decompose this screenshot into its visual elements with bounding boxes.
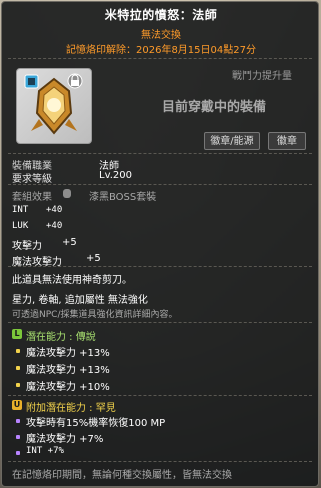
unique-badge-icon: U <box>12 400 22 410</box>
bullet-icon <box>16 366 20 370</box>
potential-line-3: 魔法攻擊力 +10% <box>26 382 110 393</box>
bonus-line-2: 魔法攻擊力 +7% <box>26 434 104 445</box>
trade-status: 無法交換 <box>141 30 181 41</box>
stat-magic-attack-value: +5 <box>86 253 101 264</box>
set-effect-label: 套組效果 <box>12 192 52 203</box>
bullet-icon <box>16 419 20 423</box>
stat-attack-name: 攻擊力 <box>12 241 42 252</box>
bonus-line-1: 攻擊時有15%機率恢復100 MP <box>26 418 166 429</box>
legendary-badge-icon: L <box>12 329 22 339</box>
divider <box>8 322 312 323</box>
power-increase-label: 戰鬥力提升量 <box>232 71 292 82</box>
bullet-icon <box>16 349 20 353</box>
stat-attack-value: +5 <box>62 237 77 248</box>
level-label: 要求等級 <box>12 174 52 185</box>
equipped-label: 目前穿戴中的裝備 <box>162 100 267 115</box>
divider <box>8 153 312 154</box>
bullet-icon <box>16 435 20 439</box>
trade-restriction-note: 在記憶烙印期間，無論何種交換屬性，皆無法交換 <box>12 470 232 481</box>
bonus-potential-label: 附加潛在能力 : 罕見 <box>26 403 116 414</box>
divider <box>8 58 312 59</box>
potential-line-1: 魔法攻擊力 +13% <box>26 348 110 359</box>
potential-line-2: 魔法攻擊力 +13% <box>26 365 110 376</box>
stat-int-value: +40 <box>46 205 63 215</box>
divider <box>8 184 312 185</box>
emblem-button[interactable]: 徽章 <box>268 132 306 150</box>
bullet-icon <box>16 451 20 455</box>
set-info-icon[interactable] <box>63 189 71 198</box>
set-effect-value: 漆黑BOSS套裝 <box>89 192 157 203</box>
stat-luk-value: +40 <box>46 221 63 231</box>
emblem-icon <box>24 73 83 135</box>
bonus-line-3: INT +7% <box>26 446 64 456</box>
item-tooltip: 米特拉的憤怒：法師 無法交換 記憶烙印解除：2026年8月15日04點27分 戰… <box>1 1 319 487</box>
note-no-enhance: 星力, 卷軸, 追加屬性 無法強化 <box>12 295 148 306</box>
item-name: 米特拉的憤怒：法師 <box>104 8 218 22</box>
note-scissors: 此道具無法使用神奇剪刀。 <box>12 275 132 286</box>
note-npc-info: 可透過NPC/採集道具強化資訊詳細內容。 <box>12 310 178 320</box>
stat-int-name: INT <box>12 205 29 215</box>
divider <box>8 395 312 396</box>
stat-luk-name: LUK <box>12 221 29 231</box>
potential-label: 潛在能力 : 傳說 <box>26 332 96 343</box>
divider <box>8 266 312 267</box>
divider <box>8 461 312 462</box>
level-value: Lv.200 <box>99 170 132 181</box>
emblem-energy-button[interactable]: 徽章/能源 <box>204 132 260 150</box>
bullet-icon <box>16 383 20 387</box>
seal-release-time: 記憶烙印解除：2026年8月15日04點27分 <box>66 45 256 56</box>
item-icon-frame[interactable] <box>16 68 92 144</box>
